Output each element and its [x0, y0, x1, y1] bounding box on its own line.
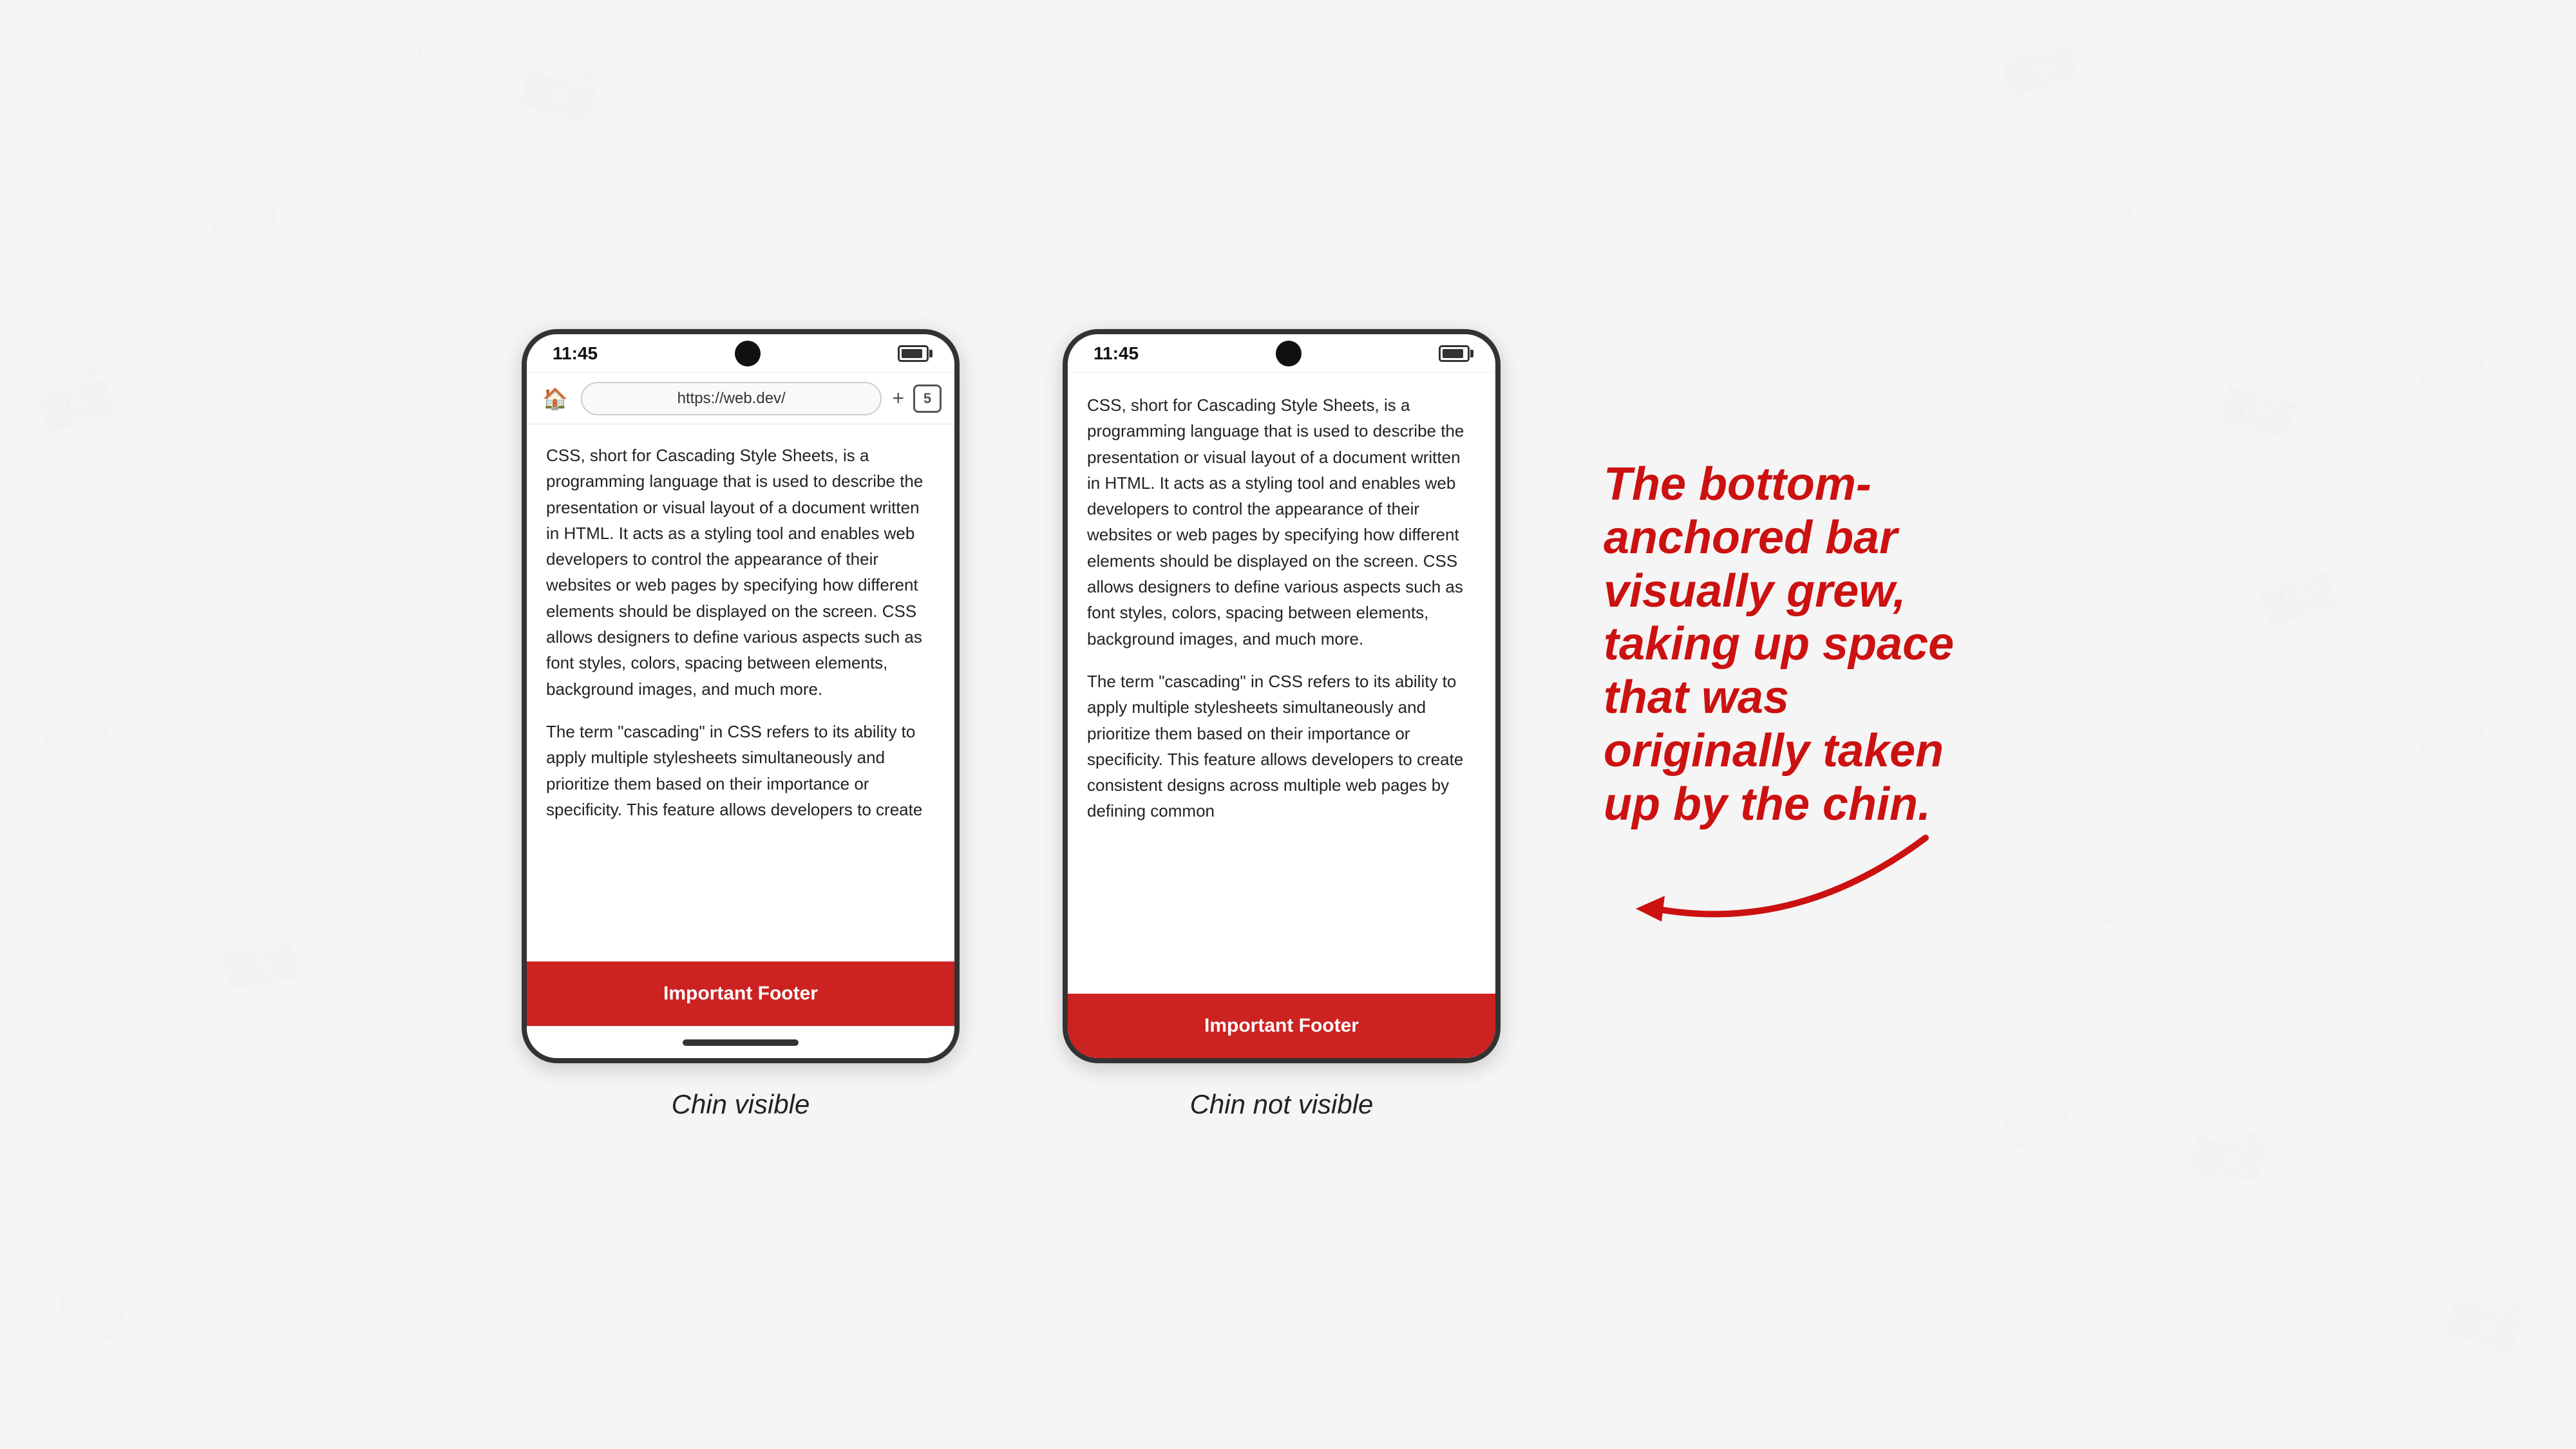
battery-fill-right	[1443, 349, 1463, 358]
phone-right-footer-label: Important Footer	[1204, 1015, 1359, 1037]
annotation-area: The bottom- anchored bar visually grew, …	[1604, 458, 2054, 831]
tab-count-badge[interactable]: 5	[913, 384, 942, 413]
phone-left-wrapper: 11:45 🏠 https://web.dev/ + 5 CS	[522, 329, 960, 1120]
content-para-2: The term "cascading" in CSS refers to it…	[546, 719, 935, 822]
phone-left-chin	[527, 1026, 954, 1058]
annotation-line5: that was	[1604, 672, 1789, 723]
phone-right-time: 11:45	[1094, 343, 1139, 364]
phone-right-footer: Important Footer	[1068, 994, 1495, 1058]
content-para-right-1: CSS, short for Cascading Style Sheets, i…	[1087, 392, 1476, 652]
annotation-line6: originally taken	[1604, 725, 1944, 777]
phone-left-status-bar: 11:45	[527, 334, 954, 373]
phone-left-caption: Chin visible	[672, 1089, 810, 1120]
phone-right-status-bar: 11:45	[1068, 334, 1495, 373]
phone-left-battery	[898, 345, 929, 362]
home-button[interactable]: 🏠	[540, 383, 571, 414]
battery-fill	[902, 349, 922, 358]
annotation-line1: The bottom-	[1604, 459, 1871, 510]
annotation-line2: anchored bar	[1604, 512, 1897, 564]
phone-left-url-bar[interactable]: 🏠 https://web.dev/ + 5	[527, 373, 954, 424]
chin-bar	[683, 1039, 799, 1046]
battery-icon-right	[1439, 345, 1470, 362]
phone-left-time: 11:45	[553, 343, 598, 364]
annotation-line4: taking up space	[1604, 618, 1954, 670]
add-tab-button[interactable]: +	[892, 386, 904, 410]
phone-left-content: CSS, short for Cascading Style Sheets, i…	[527, 424, 954, 961]
content-para-right-2: The term "cascading" in CSS refers to it…	[1087, 668, 1476, 824]
phone-right-camera	[1276, 341, 1302, 366]
phone-right-wrapper: 11:45 CSS, short for Cascading Style She…	[1063, 329, 1501, 1120]
phone-right-caption: Chin not visible	[1190, 1089, 1374, 1120]
phone-left-footer: Important Footer	[527, 961, 954, 1026]
annotation-text: The bottom- anchored bar visually grew, …	[1604, 458, 2054, 831]
phone-right-battery	[1439, 345, 1470, 362]
annotation-line3: visually grew,	[1604, 565, 1906, 617]
phone-right-mockup: 11:45 CSS, short for Cascading Style She…	[1063, 329, 1501, 1063]
phone-left-camera	[735, 341, 761, 366]
phone-right-content: CSS, short for Cascading Style Sheets, i…	[1068, 373, 1495, 994]
annotation-arrow	[1604, 819, 1990, 960]
main-container: 11:45 🏠 https://web.dev/ + 5 CS	[522, 329, 2054, 1120]
content-para-1: CSS, short for Cascading Style Sheets, i…	[546, 442, 935, 702]
phone-left-mockup: 11:45 🏠 https://web.dev/ + 5 CS	[522, 329, 960, 1063]
url-actions: + 5	[892, 384, 942, 413]
phone-left-footer-label: Important Footer	[663, 983, 818, 1005]
battery-icon	[898, 345, 929, 362]
url-input[interactable]: https://web.dev/	[581, 382, 882, 415]
